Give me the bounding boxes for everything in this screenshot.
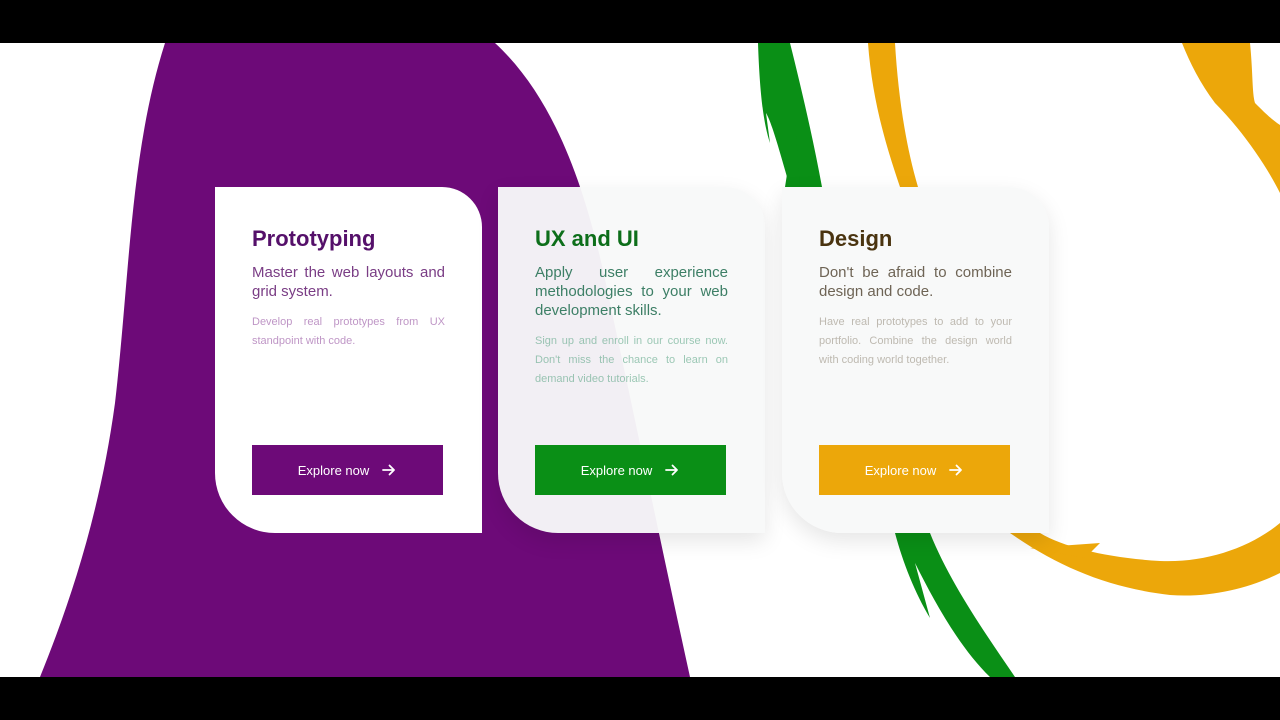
orange-brush-arc [868,43,918,187]
card-note-text: Develop real prototypes from UX standpoi… [252,316,445,347]
explore-now-button[interactable]: Explore now [819,445,1010,495]
hero-section: Prototyping Master the web layouts and g… [0,43,1280,677]
card-note-text: Have real prototypes to add to your port… [819,316,1012,366]
card-note-text: Sign up and enroll in our course now. Do… [535,335,728,385]
card-title: Design [819,226,893,251]
card-ux-and-ui: UX and UI Apply user experience methodol… [498,187,765,533]
button-label: Explore now [580,462,653,478]
letterbox-bottom [0,677,1280,720]
arrow-right-icon [665,464,679,476]
button-label: Explore now [864,462,937,478]
card-lead-text: Don't be afraid to combine design and co… [819,264,1012,300]
card-prototyping: Prototyping Master the web layouts and g… [215,187,482,533]
card-design: Design Don't be afraid to combine design… [782,187,1049,533]
card-lead-text: Apply user experience methodologies to y… [535,264,728,319]
card-title: Prototyping [252,226,376,251]
arrow-right-icon [382,464,396,476]
explore-now-button[interactable]: Explore now [535,445,726,495]
letterbox-top [0,0,1280,43]
button-label: Explore now [297,462,370,478]
explore-now-button[interactable]: Explore now [252,445,443,495]
arrow-right-icon [949,464,963,476]
card-lead-text: Master the web layouts and grid system. [252,264,445,300]
card-title: UX and UI [535,226,639,251]
green-brush-stroke-bottom [895,533,1015,677]
